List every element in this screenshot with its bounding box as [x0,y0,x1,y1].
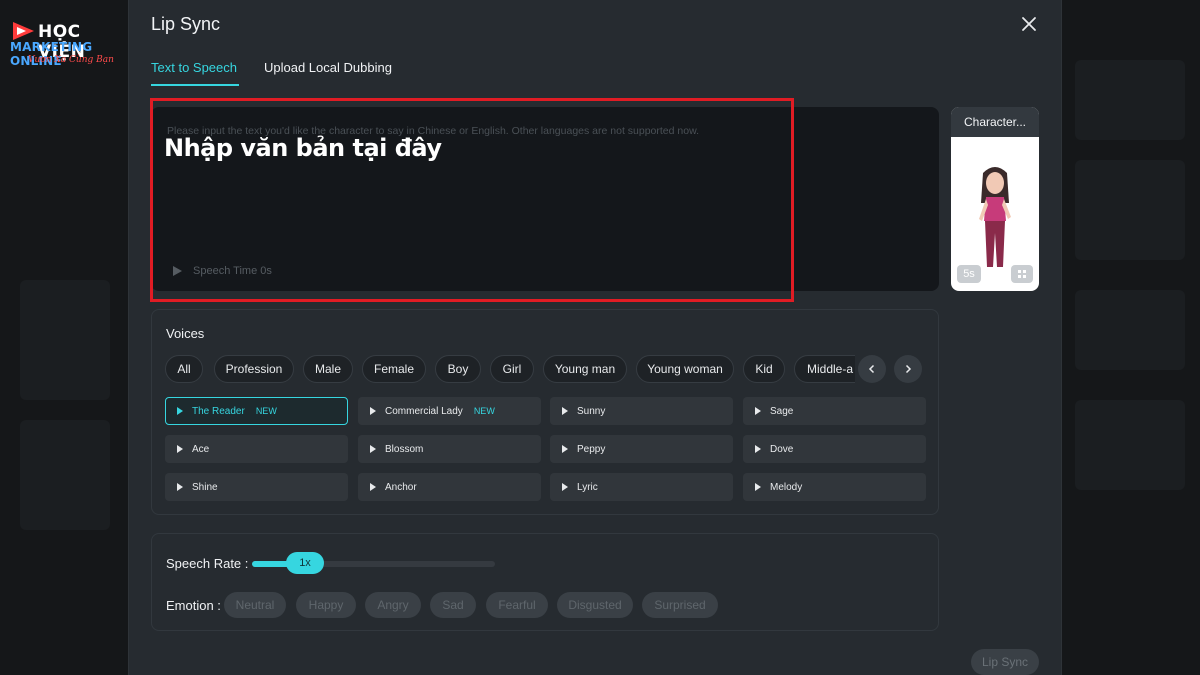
expand-button[interactable] [1011,265,1033,283]
play-icon [177,483,183,491]
filter-chip-young-man[interactable]: Young man [543,355,627,383]
voices-panel: Voices All Profession Male Female Boy Gi… [151,309,939,515]
voice-item[interactable]: Peppy [550,435,733,463]
backdrop-tile [20,420,110,530]
tab-text-to-speech[interactable]: Text to Speech [151,60,237,75]
play-icon [562,407,568,415]
play-icon [562,483,568,491]
voice-name: Commercial Lady [385,405,463,417]
character-label: Character... [951,107,1039,137]
voice-name: Ace [192,443,210,455]
play-icon [370,445,376,453]
voice-item[interactable]: Sunny [550,397,733,425]
voice-item[interactable]: Shine [165,473,348,501]
voice-item[interactable]: Melody [743,473,926,501]
filter-chip-boy[interactable]: Boy [435,355,481,383]
play-icon [370,483,376,491]
speech-rate-label: Speech Rate : [166,556,249,571]
filter-chip-girl[interactable]: Girl [490,355,534,383]
emotion-chip-disgusted[interactable]: Disgusted [557,592,633,618]
character-card[interactable]: Character... 5s [951,107,1039,291]
tab-upload-local-dubbing[interactable]: Upload Local Dubbing [264,60,392,75]
voice-name: Shine [192,481,218,493]
play-icon [562,445,568,453]
voice-name: Melody [770,481,803,493]
emotion-chip-happy[interactable]: Happy [296,592,356,618]
play-icon[interactable] [171,265,183,277]
chevron-right-icon [905,364,912,374]
voice-item[interactable]: Dove [743,435,926,463]
emotion-chip-neutral[interactable]: Neutral [224,592,286,618]
brand-logo: HỌC VIỆN MARKETING ONLINE Vươn Xa Cùng B… [8,18,128,68]
filter-chip-female[interactable]: Female [362,355,426,383]
play-icon [177,445,183,453]
duration-badge: 5s [957,265,981,283]
filter-chip-male[interactable]: Male [303,355,353,383]
emotion-chip-fearful[interactable]: Fearful [486,592,548,618]
play-logo-icon [13,22,34,40]
speech-time-label: Speech Time 0s [193,265,272,277]
backdrop-tile [1075,160,1185,260]
play-icon [755,445,761,453]
backdrop-tile [20,280,110,400]
voice-item[interactable]: Lyric [550,473,733,501]
voice-settings-panel: Speech Rate : 1x Emotion : Neutral Happy… [151,533,939,631]
backdrop-tile [1075,60,1185,140]
new-badge: NEW [255,406,277,416]
play-icon [755,483,761,491]
voice-name: Blossom [385,443,424,455]
filters-scroll-right[interactable] [894,355,922,383]
voice-name: Anchor [385,481,417,493]
fullscreen-icon [1018,270,1026,278]
lip-sync-dialog: Lip Sync Text to Speech Upload Local Dub… [128,0,1062,675]
close-icon [1022,17,1036,31]
chevron-left-icon [868,364,875,374]
speech-rate-handle[interactable]: 1x [286,552,324,574]
emotion-chip-surprised[interactable]: Surprised [642,592,718,618]
filter-chip-young-woman[interactable]: Young woman [636,355,734,383]
emotion-chip-angry[interactable]: Angry [365,592,421,618]
voices-title: Voices [166,326,205,341]
close-button[interactable] [1019,14,1039,34]
new-badge: NEW [473,406,495,416]
voice-item[interactable]: Anchor [358,473,541,501]
voice-item[interactable]: Ace [165,435,348,463]
voice-item[interactable]: Commercial Lady NEW [358,397,541,425]
voice-filter-row: All Profession Male Female Boy Girl Youn… [165,355,855,383]
voice-name: Lyric [577,481,598,493]
filters-scroll-left[interactable] [858,355,886,383]
play-icon [370,407,376,415]
voice-item[interactable]: Blossom [358,435,541,463]
speech-time-row: Speech Time 0s [171,265,272,277]
emotion-label: Emotion : [166,598,221,613]
voice-name: Dove [770,443,794,455]
active-tab-indicator [151,84,239,86]
logo-tagline: Vươn Xa Cùng Bạn [28,55,114,65]
backdrop-tile [1075,290,1185,370]
dialog-title: Lip Sync [151,14,221,34]
play-icon [755,407,761,415]
voice-item[interactable]: The Reader NEW [165,397,348,425]
emotion-chip-sad[interactable]: Sad [430,592,476,618]
voice-item[interactable]: Sage [743,397,926,425]
character-avatar [979,167,1011,267]
filter-chip-kid[interactable]: Kid [743,355,785,383]
lip-sync-button[interactable]: Lip Sync [971,649,1039,675]
voice-name: Sage [770,405,794,417]
filter-chip-all[interactable]: All [165,355,203,383]
play-icon [177,407,183,415]
filter-chip-profession[interactable]: Profession [214,355,294,383]
voice-name: Peppy [577,443,606,455]
voice-name: The Reader [192,405,245,417]
voice-name: Sunny [577,405,606,417]
backdrop-tile [1075,400,1185,490]
overlay-caption: Nhập văn bản tại đây [164,134,442,162]
filter-chip-middle-aged[interactable]: Middle-a [794,355,855,383]
